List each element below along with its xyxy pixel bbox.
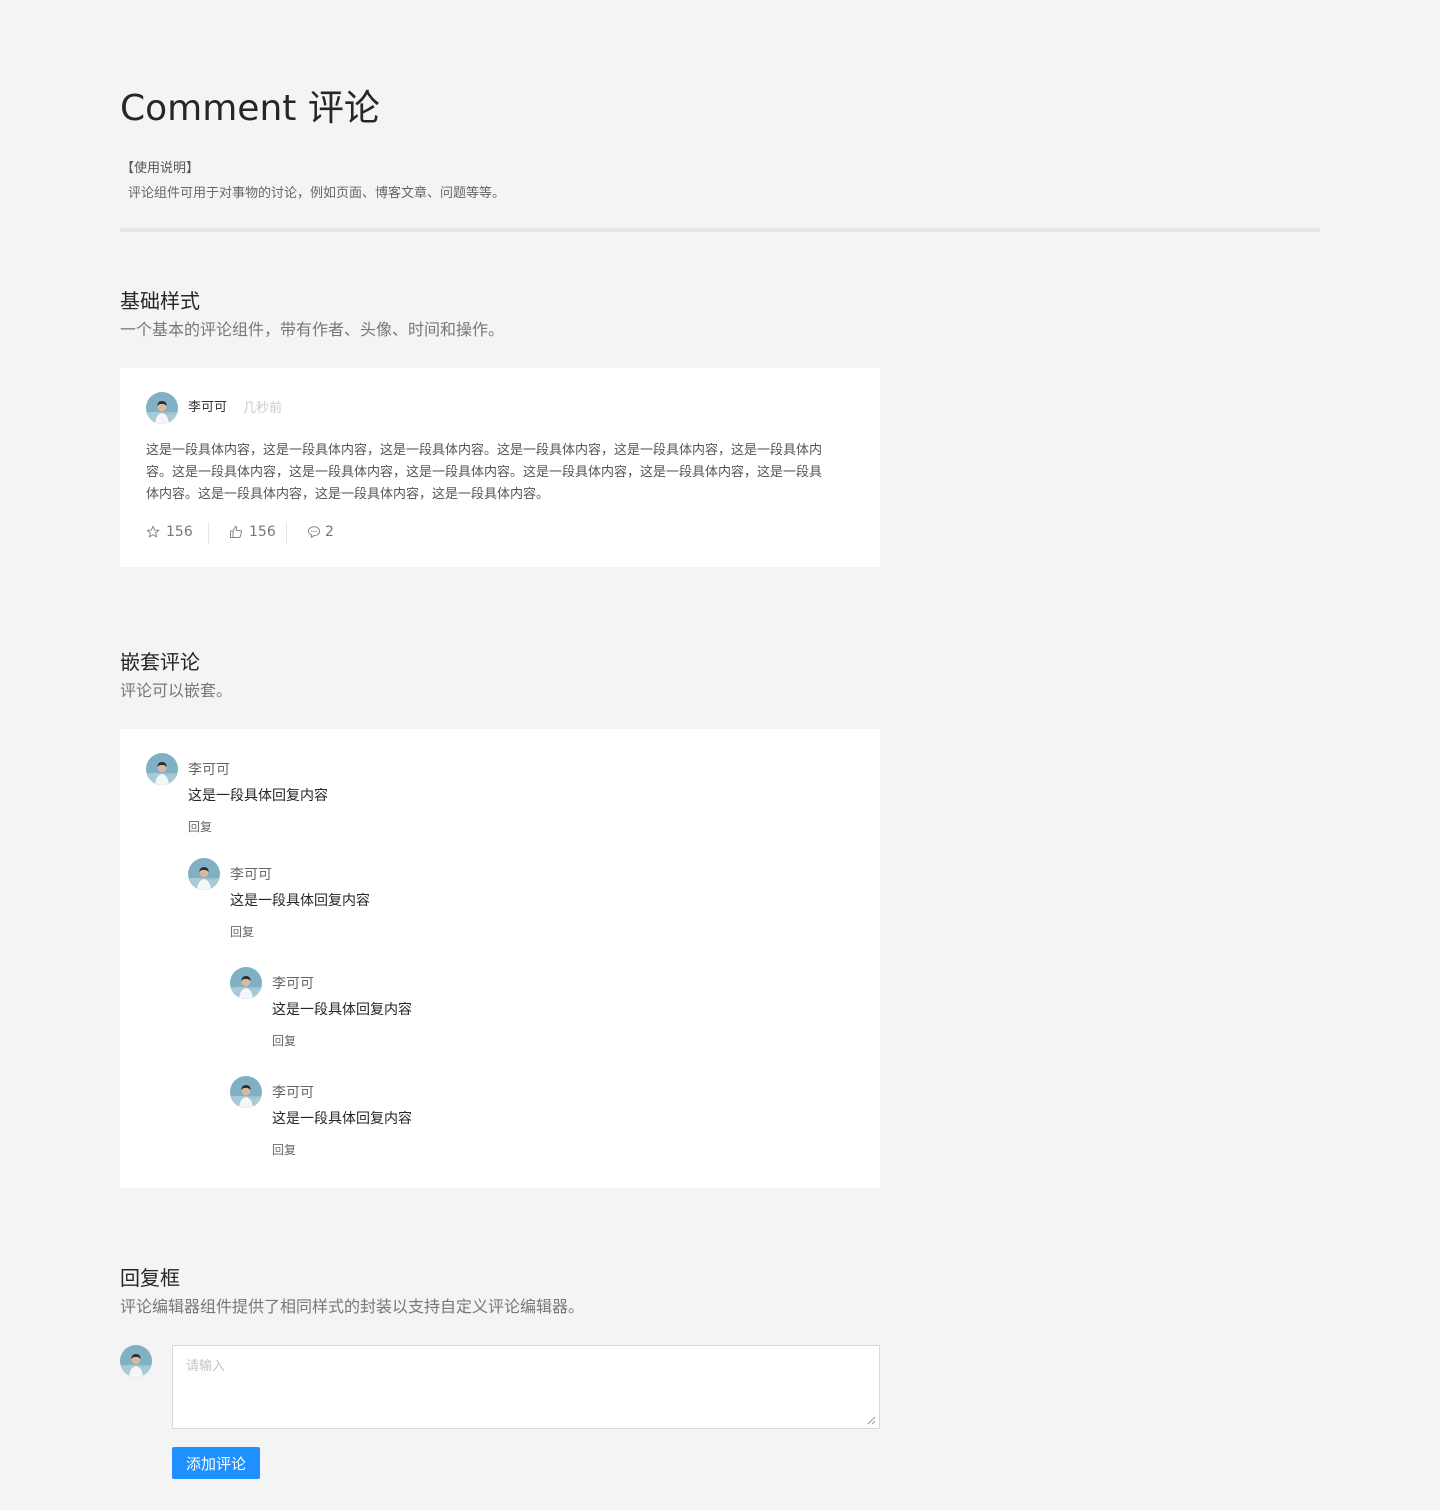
reply-button[interactable]: 回复 <box>188 819 212 835</box>
page: Comment 评论 【使用说明】 评论组件可用于对事物的讨论，例如页面、博客文… <box>0 0 1440 1510</box>
comment-author: 李可可 <box>188 762 230 778</box>
usage-heading: 【使用说明】 <box>121 161 200 176</box>
thumbs-up-icon <box>230 526 242 538</box>
avatar <box>230 1076 262 1108</box>
page-title: Comment 评论 <box>120 88 380 129</box>
comment-time: 几秒前 <box>243 401 283 416</box>
header-divider <box>120 228 1320 232</box>
comment-content: 这是一段具体回复内容 <box>230 893 370 909</box>
resize-handle-icon[interactable] <box>866 1415 876 1425</box>
avatar <box>230 967 262 999</box>
star-count: 156 <box>166 524 193 540</box>
avatar <box>188 858 220 890</box>
comment-input[interactable] <box>172 1345 880 1429</box>
editor-section-title: 回复框 <box>120 1266 180 1290</box>
comment-author: 李可可 <box>230 867 272 883</box>
action-divider <box>286 522 287 544</box>
usage-text: 评论组件可用于对事物的讨论，例如页面、博客文章、问题等等。 <box>128 186 506 201</box>
basic-comment-card: 李可可 几秒前 这是一段具体内容，这是一段具体内容，这是一段具体内容。这是一段具… <box>120 368 880 567</box>
message-icon <box>307 526 321 538</box>
reply-count-button[interactable]: 2 <box>307 522 334 542</box>
comment-content: 这是一段具体回复内容 <box>272 1111 412 1127</box>
star-button[interactable]: 156 <box>146 522 193 542</box>
basic-section-description: 一个基本的评论组件，带有作者、头像、时间和操作。 <box>120 320 505 339</box>
avatar <box>146 392 178 424</box>
comment-content: 这是一段具体内容，这是一段具体内容，这是一段具体内容。这是一段具体内容，这是一段… <box>146 443 823 502</box>
comment-author: 李可可 <box>188 400 228 415</box>
reply-button[interactable]: 回复 <box>230 924 254 940</box>
action-divider <box>208 522 209 544</box>
nested-section-description: 评论可以嵌套。 <box>120 681 233 700</box>
nested-section-title: 嵌套评论 <box>120 650 200 674</box>
reply-count: 2 <box>325 524 334 540</box>
like-button[interactable]: 156 <box>229 522 276 542</box>
comment-author: 李可可 <box>272 976 314 992</box>
nested-comment-card: 李可可 这是一段具体回复内容 回复 李可可 这是一段具体回复内容 回复 李可可 … <box>120 729 880 1188</box>
avatar <box>120 1345 152 1377</box>
comment-author: 李可可 <box>272 1085 314 1101</box>
reply-button[interactable]: 回复 <box>272 1033 296 1049</box>
like-count: 156 <box>249 524 276 540</box>
comment-content: 这是一段具体回复内容 <box>188 788 328 804</box>
reply-button[interactable]: 回复 <box>272 1142 296 1158</box>
comment-content: 这是一段具体回复内容 <box>272 1002 412 1018</box>
basic-section-title: 基础样式 <box>120 289 200 313</box>
add-comment-button[interactable]: 添加评论 <box>172 1447 260 1479</box>
editor-section-description: 评论编辑器组件提供了相同样式的封装以支持自定义评论编辑器。 <box>120 1297 585 1316</box>
star-icon <box>146 525 160 538</box>
avatar <box>146 753 178 785</box>
